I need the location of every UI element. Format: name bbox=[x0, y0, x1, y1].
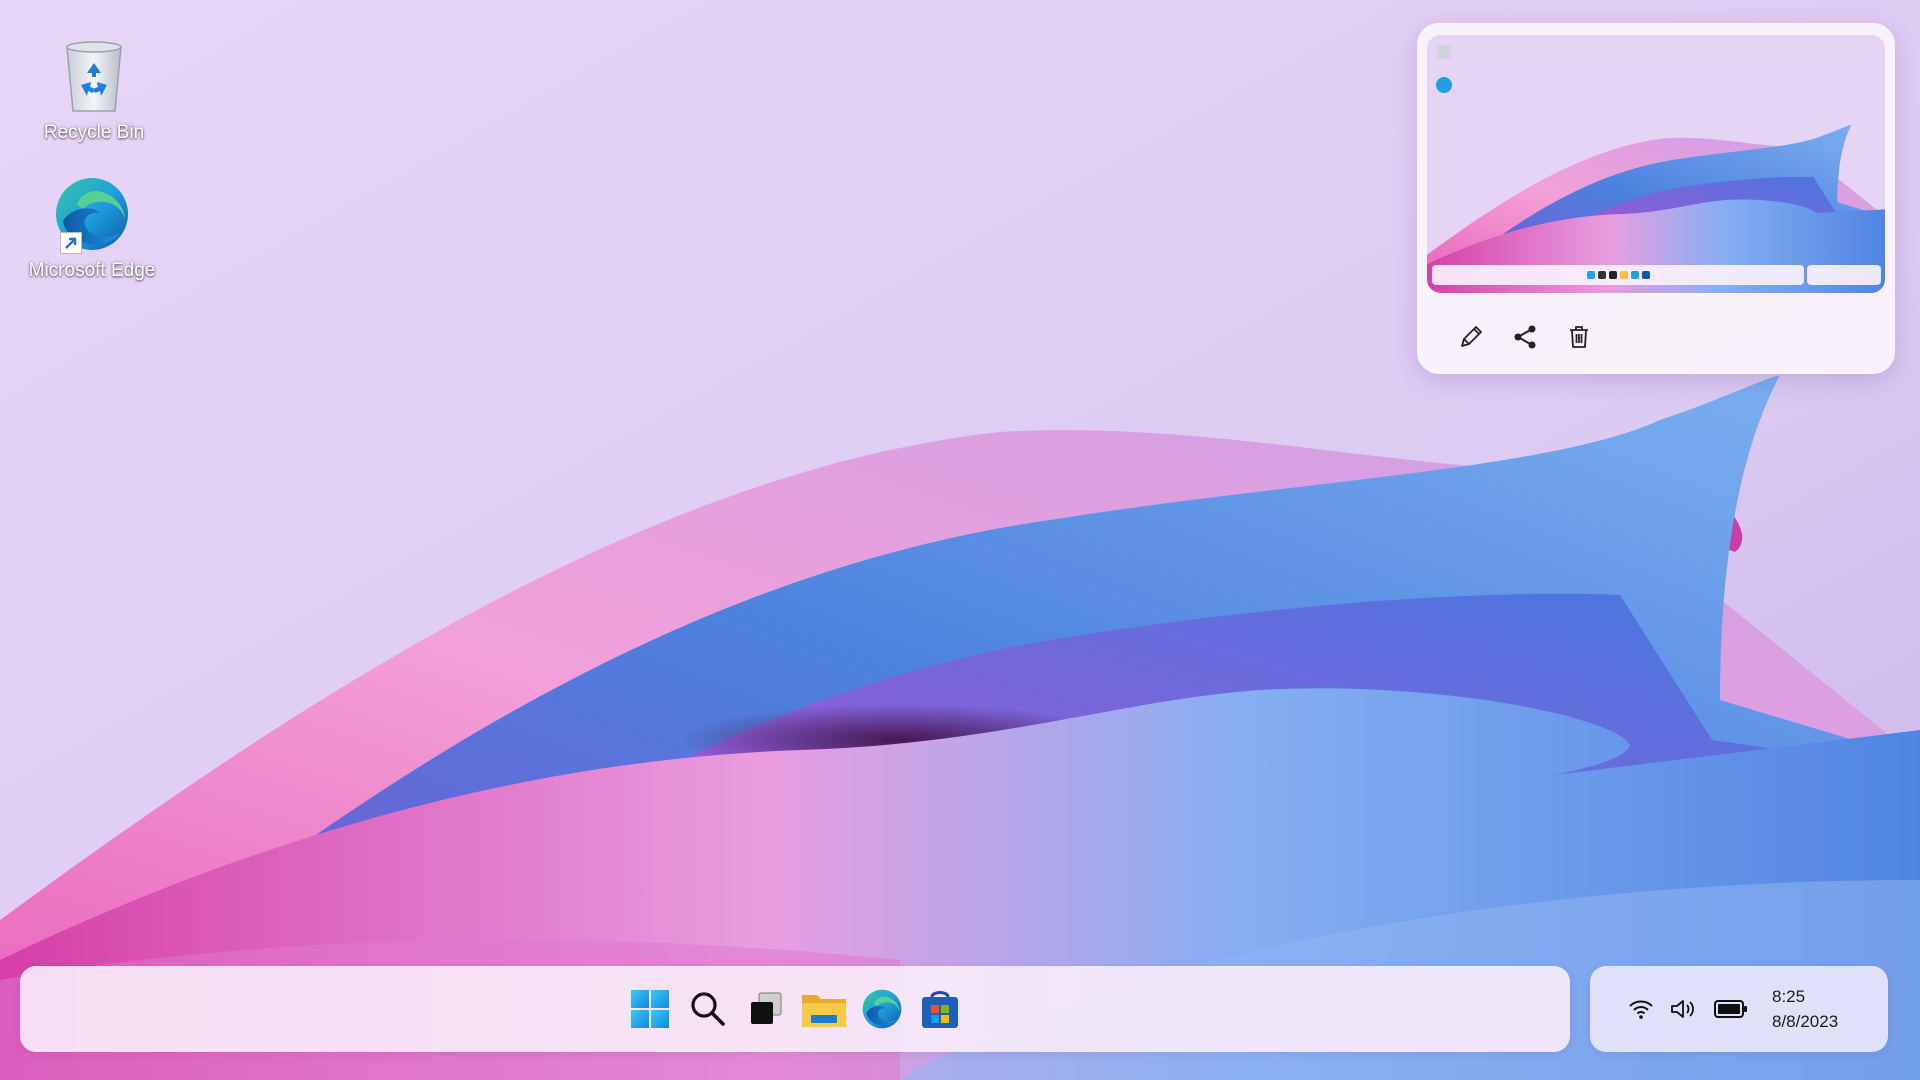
search-button[interactable] bbox=[685, 982, 731, 1036]
file-explorer-icon bbox=[802, 995, 846, 1027]
clock-date: 8/8/2023 bbox=[1772, 1012, 1839, 1031]
search-icon bbox=[691, 992, 725, 1026]
microsoft-store-icon bbox=[922, 991, 958, 1028]
thumbnail-tray bbox=[1807, 265, 1881, 285]
start-button[interactable] bbox=[627, 982, 673, 1036]
screenshot-actions bbox=[1453, 319, 1597, 355]
taskbar bbox=[20, 966, 1570, 1052]
wifi-icon bbox=[1629, 1000, 1653, 1019]
recycle-bin-icon bbox=[52, 34, 136, 118]
desktop-icon-label: Microsoft Edge bbox=[28, 260, 156, 281]
desktop-icon-label: Recycle Bin bbox=[43, 122, 145, 143]
taskbar-apps bbox=[627, 966, 963, 1052]
file-explorer-button[interactable] bbox=[801, 982, 847, 1036]
battery-icon bbox=[1714, 1000, 1747, 1018]
trash-icon bbox=[1570, 326, 1588, 348]
clock[interactable]: 8:25 8/8/2023 bbox=[1772, 984, 1838, 1034]
screenshot-preview-card bbox=[1417, 23, 1895, 374]
thumbnail-recycle-bin-icon bbox=[1437, 45, 1451, 59]
clock-time: 8:25 bbox=[1772, 987, 1806, 1006]
desktop-icon-recycle-bin[interactable]: Recycle Bin bbox=[14, 34, 174, 144]
share-icon bbox=[1514, 325, 1536, 349]
tray-icons bbox=[1628, 966, 1748, 1052]
share-button[interactable] bbox=[1507, 319, 1543, 355]
edge-icon bbox=[862, 989, 902, 1029]
pencil-icon bbox=[1461, 326, 1482, 347]
microsoft-store-button[interactable] bbox=[917, 982, 963, 1036]
edge-taskbar-button[interactable] bbox=[859, 982, 905, 1036]
screenshot-thumbnail[interactable] bbox=[1427, 35, 1885, 293]
thumbnail-edge-icon bbox=[1436, 77, 1452, 93]
desktop: Recycle Bin Microsoft Edge 8:25 8/8/2023 bbox=[0, 0, 1920, 1080]
edit-button[interactable] bbox=[1453, 319, 1489, 355]
shortcut-arrow-icon bbox=[60, 232, 82, 254]
windows-start-icon bbox=[631, 990, 669, 1028]
thumbnail-taskbar bbox=[1432, 265, 1804, 285]
delete-button[interactable] bbox=[1561, 319, 1597, 355]
wifi-button[interactable] bbox=[1628, 998, 1654, 1020]
volume-button[interactable] bbox=[1670, 998, 1698, 1020]
system-tray: 8:25 8/8/2023 bbox=[1590, 966, 1888, 1052]
volume-icon bbox=[1671, 1000, 1694, 1018]
battery-button[interactable] bbox=[1714, 999, 1748, 1019]
task-view-button[interactable] bbox=[743, 982, 789, 1036]
desktop-icon-microsoft-edge[interactable]: Microsoft Edge bbox=[12, 172, 172, 282]
task-view-icon bbox=[751, 992, 782, 1024]
thumbnail-wallpaper bbox=[1427, 35, 1885, 293]
edge-icon bbox=[50, 172, 134, 256]
